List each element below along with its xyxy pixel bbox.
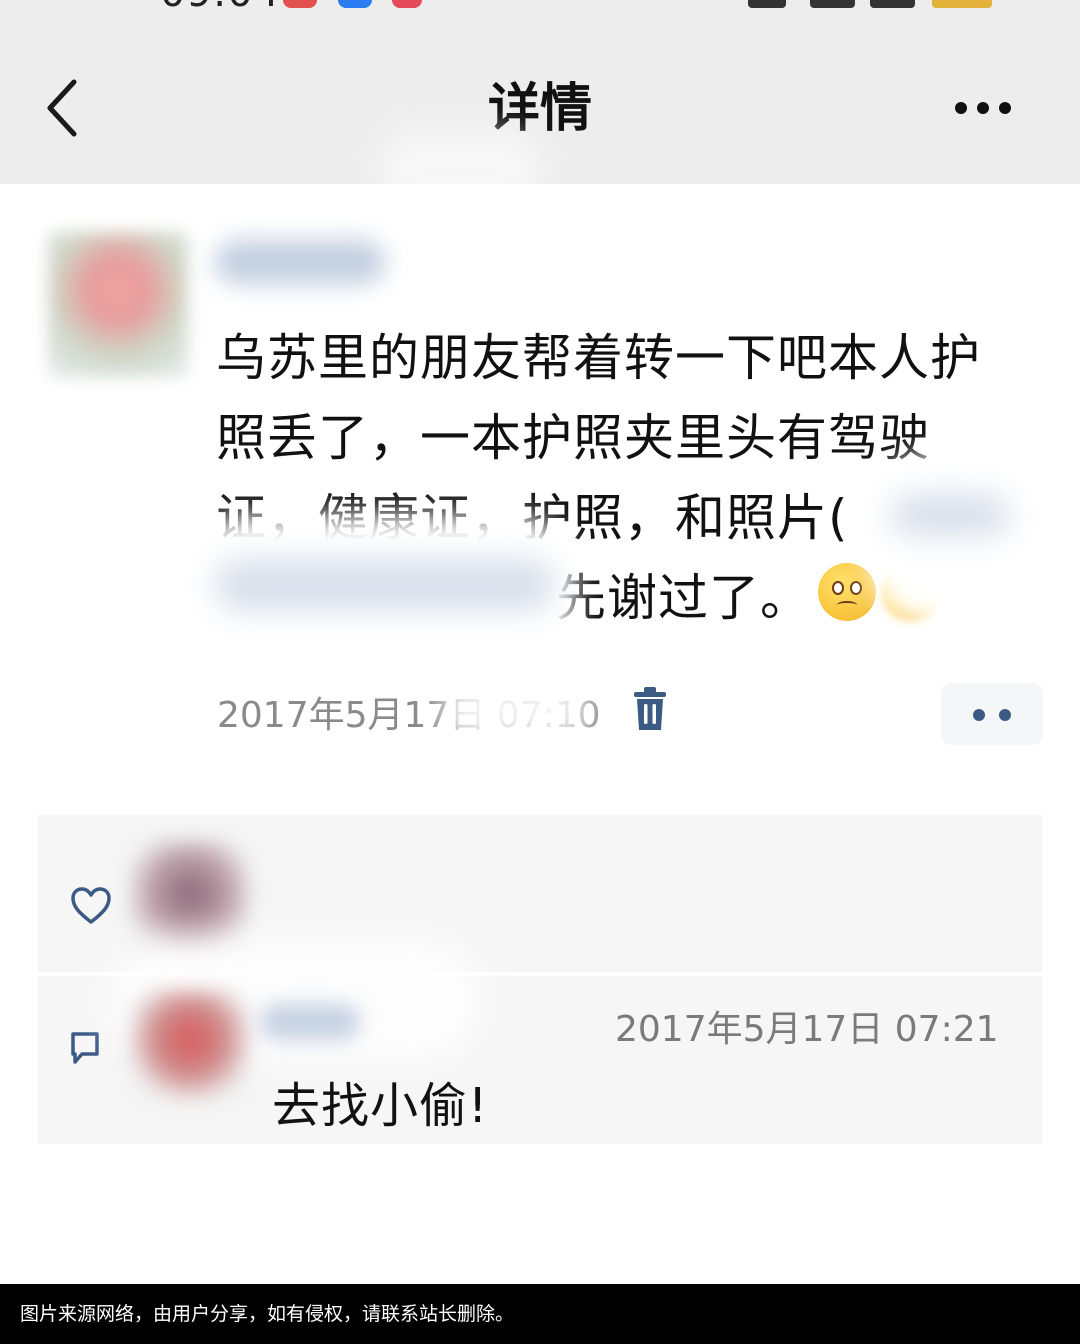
comment-text: 去找小偷! xyxy=(272,1078,489,1134)
wifi-icon xyxy=(748,0,786,8)
signal-icon xyxy=(870,0,915,8)
flushed-emoji-icon xyxy=(818,563,876,621)
delete-button[interactable] xyxy=(630,686,670,732)
copyright-footer: 图片来源网络，由用户分享，如有侵权，请联系站长删除。 xyxy=(0,1284,1080,1344)
notification-app-icon xyxy=(283,0,317,8)
more-dots-icon xyxy=(999,102,1011,114)
redaction-blur xyxy=(440,680,590,740)
comment-timestamp: 2017年5月17日 07:21 xyxy=(615,1009,999,1050)
author-avatar[interactable] xyxy=(48,232,188,377)
notification-app-icon xyxy=(338,0,372,8)
emoji-eye xyxy=(850,581,862,595)
more-dots-icon xyxy=(977,102,989,114)
like-comment-menu-button[interactable] xyxy=(941,683,1043,745)
trash-icon xyxy=(634,687,666,730)
comment-menu-icon xyxy=(999,709,1011,721)
post-line: 乌苏里的朋友帮着转一下吧本人护 xyxy=(216,329,981,387)
heart-icon xyxy=(71,887,111,924)
comment-menu-icon xyxy=(973,709,985,721)
redaction-blur xyxy=(380,130,540,210)
more-options-button[interactable] xyxy=(955,95,1025,121)
redaction-blur xyxy=(215,560,555,610)
redaction-blur xyxy=(890,495,1010,535)
emoji-mouth xyxy=(837,601,857,609)
redaction-blur xyxy=(870,455,1040,625)
page-title: 详情 xyxy=(487,79,592,139)
status-bar: 09:04 xyxy=(0,0,1080,12)
comment-icon xyxy=(71,1032,99,1064)
notification-app-icon xyxy=(392,0,422,8)
battery-icon xyxy=(932,0,992,8)
commenter-name-redacted[interactable] xyxy=(260,1004,360,1040)
status-time: 09:04 xyxy=(160,0,280,12)
copyright-notice: 图片来源网络，由用户分享，如有侵权，请联系站长删除。 xyxy=(20,1303,515,1325)
commenter-avatar[interactable] xyxy=(130,990,250,1100)
author-name-redacted[interactable] xyxy=(215,240,385,284)
emoji-eye xyxy=(832,581,844,595)
more-dots-icon xyxy=(955,102,967,114)
signal-icon xyxy=(810,0,855,8)
